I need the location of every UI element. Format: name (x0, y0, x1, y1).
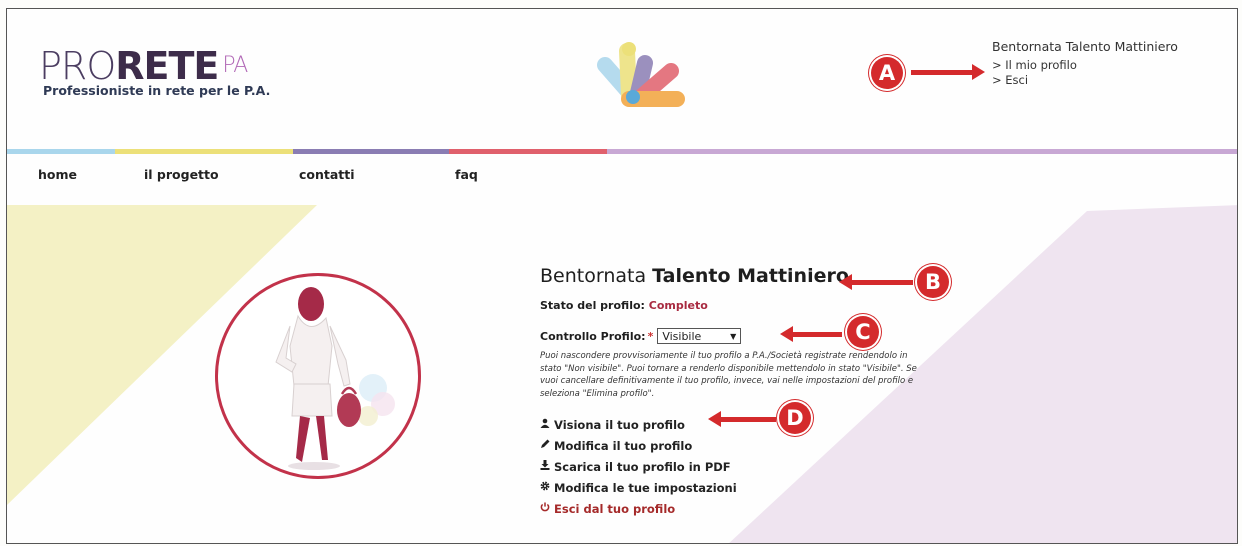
logout-link[interactable]: > Esci (992, 73, 1178, 88)
logo-rete: RETE (115, 44, 219, 88)
title-name: Talento Mattiniero (652, 265, 849, 287)
woman-figure-icon (275, 287, 395, 470)
profile-control: Controllo Profilo: * Visibile ▼ (540, 328, 940, 344)
view-profile-label: Visiona il tuo profilo (554, 417, 685, 432)
gear-icon (540, 481, 554, 494)
bar-segment (449, 149, 607, 154)
annotation-arrow-d (708, 411, 776, 427)
logo-wordmark: PRORETE PA (39, 47, 270, 85)
control-label: Controllo Profilo: (540, 329, 646, 343)
logout-profile-link[interactable]: Esci dal tuo profilo (540, 498, 940, 519)
profile-status: Stato del profilo: Completo (540, 299, 940, 312)
edit-profile-label: Modifica il tuo profilo (554, 438, 693, 453)
download-icon (540, 460, 554, 473)
nav-contatti[interactable]: contatti (299, 167, 355, 182)
user-greeting: Bentornata Talento Mattiniero (992, 39, 1178, 54)
my-profile-link[interactable]: > Il mio profilo (992, 58, 1178, 73)
annotation-c: C (847, 316, 879, 348)
pencil-icon (540, 439, 554, 452)
bar-segment (7, 149, 115, 154)
power-icon (540, 502, 554, 515)
user-box: Bentornata Talento Mattiniero > Il mio p… (992, 39, 1178, 88)
brand-mark-icon (597, 42, 685, 107)
page-frame: PRORETE PA Professioniste in rete per le … (6, 8, 1238, 544)
annotation-d: D (779, 402, 811, 434)
logo-pro: PRO (39, 44, 116, 88)
profile-hero: Bentornata Talento Mattiniero Stato del … (7, 205, 1237, 543)
main-nav: home il progetto contatti faq (7, 167, 1237, 191)
bar-segment (293, 149, 449, 154)
status-label: Stato del profilo: (540, 299, 649, 312)
settings-label: Modifica le tue impostazioni (554, 480, 737, 495)
edit-profile-link[interactable]: Modifica il tuo profilo (540, 435, 940, 456)
bar-segment (607, 149, 1237, 154)
nav-il-progetto[interactable]: il progetto (144, 167, 219, 182)
avatar (215, 273, 421, 479)
visibility-help-text: Puoi nascondere provvisoriamente il tuo … (540, 351, 917, 399)
nav-home[interactable]: home (38, 167, 77, 182)
annotation-a: A (871, 57, 903, 89)
download-pdf-label: Scarica il tuo profilo in PDF (554, 459, 731, 474)
logout-profile-label: Esci dal tuo profilo (554, 501, 676, 516)
annotation-arrow-a (911, 64, 985, 80)
settings-link[interactable]: Modifica le tue impostazioni (540, 477, 940, 498)
color-bar (7, 149, 1237, 154)
status-value: Completo (648, 299, 708, 312)
logo-pa: PA (222, 53, 248, 78)
annotation-b: B (917, 266, 949, 298)
annotation-arrow-b (839, 274, 913, 290)
visibility-select[interactable]: Visibile ▼ (657, 328, 742, 344)
download-pdf-link[interactable]: Scarica il tuo profilo in PDF (540, 456, 940, 477)
annotation-arrow-c (780, 326, 842, 342)
title-prefix: Bentornata (540, 265, 653, 287)
required-marker: * (647, 329, 654, 343)
user-icon (540, 418, 554, 431)
logo[interactable]: PRORETE PA Professioniste in rete per le … (39, 47, 270, 98)
visibility-select-value: Visibile (662, 329, 702, 343)
profile-panel: Bentornata Talento Mattiniero Stato del … (540, 265, 940, 519)
profile-actions: Visiona il tuo profilo Modifica il tuo p… (540, 414, 940, 519)
nav-faq[interactable]: faq (455, 167, 478, 182)
logo-tagline: Professioniste in rete per le P.A. (43, 83, 271, 98)
chevron-down-icon: ▼ (730, 331, 737, 341)
bar-segment (115, 149, 293, 154)
